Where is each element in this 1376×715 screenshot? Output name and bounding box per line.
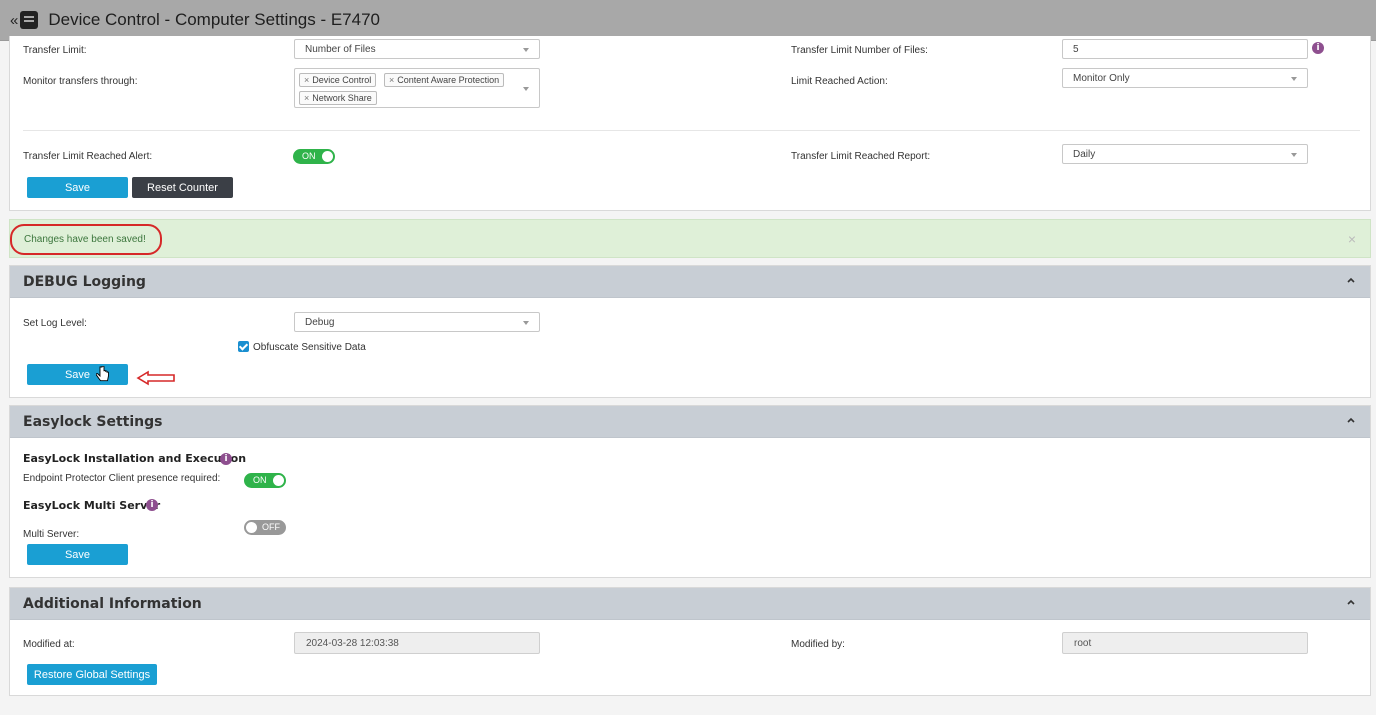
limit-files-label: Transfer Limit Number of Files:	[791, 45, 928, 56]
obfuscate-label: Obfuscate Sensitive Data	[253, 342, 366, 353]
chevron-up-icon[interactable]	[1346, 275, 1356, 285]
monitor-transfers-multiselect[interactable]: × Device Control × Content Aware Protectio…	[294, 68, 540, 108]
alert-label: Transfer Limit Reached Alert:	[23, 151, 153, 162]
remove-tag-icon[interactable]: ×	[304, 93, 309, 103]
chevron-down-icon	[523, 321, 529, 325]
modified-at-label: Modified at:	[23, 639, 75, 650]
obfuscate-checkbox[interactable]	[238, 341, 249, 352]
multi-server-heading: EasyLock Multi Server	[23, 499, 161, 512]
close-icon[interactable]: ×	[1348, 231, 1356, 247]
presence-toggle[interactable]: ON	[244, 473, 286, 488]
transfer-limit-value: Number of Files	[305, 44, 376, 55]
panel-title: Easylock Settings	[23, 413, 163, 430]
easylock-settings-panel: Easylock Settings EasyLock Installation …	[9, 405, 1371, 578]
alert-message: Changes have been saved!	[24, 234, 146, 245]
alert-toggle[interactable]: ON	[293, 149, 335, 164]
window-titlebar: « Device Control - Computer Settings - E…	[0, 0, 1376, 41]
divider	[23, 130, 1360, 131]
transfer-save-button[interactable]: Save	[27, 177, 128, 198]
page-title: Device Control - Computer Settings - E74…	[48, 10, 380, 29]
panel-title: DEBUG Logging	[23, 273, 146, 290]
restore-global-settings-button[interactable]: Restore Global Settings	[27, 664, 157, 685]
menu-icon[interactable]	[20, 11, 39, 29]
collapse-sidebar-icon[interactable]: «	[10, 12, 18, 29]
remove-tag-icon[interactable]: ×	[389, 75, 394, 85]
multi-server-toggle[interactable]: OFF	[244, 520, 286, 535]
report-select[interactable]: Daily	[1062, 144, 1308, 164]
additional-info-panel: Additional Information Modified at: 2024…	[9, 587, 1371, 696]
log-level-value: Debug	[305, 317, 335, 328]
report-value: Daily	[1073, 149, 1096, 160]
chevron-up-icon[interactable]	[1346, 597, 1356, 607]
chevron-up-icon[interactable]	[1346, 415, 1356, 425]
remove-tag-icon[interactable]: ×	[304, 75, 309, 85]
install-heading: EasyLock Installation and Execution	[23, 452, 247, 465]
pointer-cursor-icon	[96, 366, 109, 382]
chevron-down-icon	[1291, 153, 1297, 157]
modified-at-field: 2024-03-28 12:03:38	[294, 632, 540, 654]
info-icon[interactable]: i	[1312, 42, 1324, 54]
chevron-down-icon	[523, 87, 529, 91]
info-icon[interactable]: i	[146, 499, 158, 511]
limit-action-select[interactable]: Monitor Only	[1062, 68, 1308, 88]
tag-device-control[interactable]: × Device Control	[299, 73, 377, 87]
tag-content-aware-protection[interactable]: × Content Aware Protection	[384, 73, 505, 87]
log-level-select[interactable]: Debug	[294, 312, 540, 332]
limit-files-input[interactable]: 5	[1062, 39, 1308, 59]
modified-by-label: Modified by:	[791, 639, 845, 650]
annotation-arrow-icon	[136, 370, 175, 386]
transfer-limit-select[interactable]: Number of Files	[294, 39, 540, 59]
chevron-down-icon	[1291, 77, 1297, 81]
panel-title: Additional Information	[23, 595, 202, 612]
panel-header[interactable]: Easylock Settings	[10, 406, 1370, 438]
info-icon[interactable]: i	[220, 453, 232, 465]
modified-by-field: root	[1062, 632, 1308, 654]
panel-header[interactable]: DEBUG Logging	[10, 266, 1370, 298]
transfer-limit-panel: Transfer Limit: Number of Files Transfer…	[9, 36, 1371, 211]
multi-server-label: Multi Server:	[23, 529, 80, 540]
limit-files-value: 5	[1073, 44, 1079, 55]
panel-header[interactable]: Additional Information	[10, 588, 1370, 620]
debug-logging-panel: DEBUG Logging Set Log Level: Debug Obfus…	[9, 265, 1371, 398]
success-alert: Changes have been saved! ×	[9, 219, 1371, 258]
report-label: Transfer Limit Reached Report:	[791, 151, 931, 162]
tag-network-share[interactable]: × Network Share	[299, 91, 377, 105]
easylock-save-button[interactable]: Save	[27, 544, 128, 565]
limit-action-label: Limit Reached Action:	[791, 76, 888, 87]
monitor-transfers-label: Monitor transfers through:	[23, 76, 138, 87]
debug-save-button[interactable]: Save	[27, 364, 128, 385]
reset-counter-button[interactable]: Reset Counter	[132, 177, 233, 198]
transfer-limit-label: Transfer Limit:	[23, 45, 87, 56]
limit-action-value: Monitor Only	[1073, 73, 1130, 84]
presence-label: Endpoint Protector Client presence requi…	[23, 473, 221, 484]
log-level-label: Set Log Level:	[23, 318, 87, 329]
chevron-down-icon	[523, 48, 529, 52]
